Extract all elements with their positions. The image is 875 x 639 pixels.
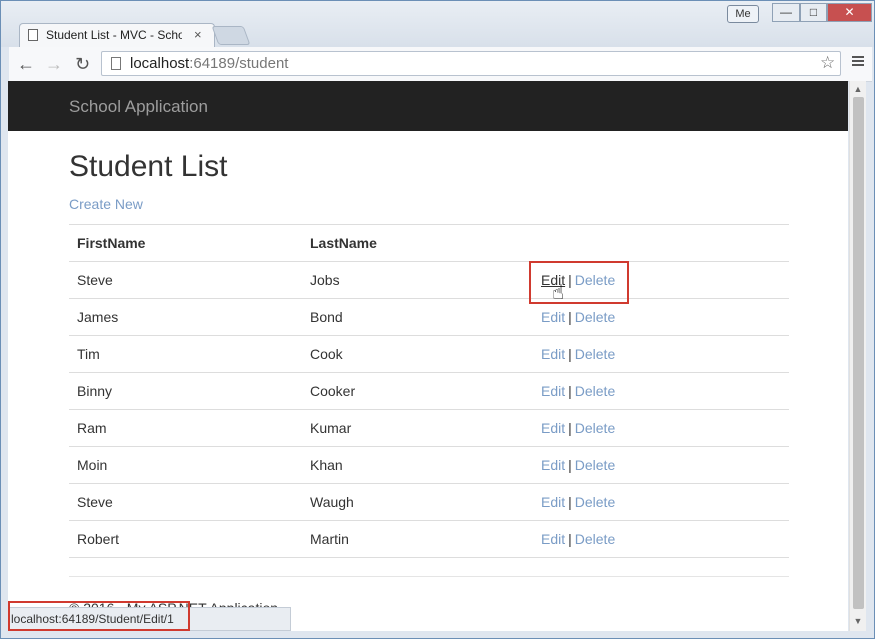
link-separator: | <box>568 420 572 436</box>
delete-link[interactable]: Delete <box>575 346 615 362</box>
column-header-lastname: LastName <box>302 224 533 262</box>
delete-link[interactable]: Delete <box>575 457 615 473</box>
actions-cell: Edit | Delete <box>533 335 789 373</box>
page-viewport: School Application Student List Create N… <box>8 81 848 631</box>
edit-link[interactable]: Edit <box>541 494 565 510</box>
page-title: Student List <box>69 150 228 183</box>
status-highlight-box <box>8 601 190 631</box>
link-separator: | <box>568 346 572 362</box>
back-arrow-icon[interactable]: ← <box>17 54 35 75</box>
actions-cell: Edit | Delete <box>533 446 789 484</box>
last-name-cell: Bond <box>302 298 533 336</box>
table-row: Ram Kumar Edit | Delete <box>69 409 789 447</box>
profile-button[interactable]: Me <box>727 5 759 23</box>
delete-link[interactable]: Delete <box>575 531 615 547</box>
table-header-row: FirstName LastName <box>69 224 789 262</box>
edit-link[interactable]: Edit <box>541 420 565 436</box>
create-new-link[interactable]: Create New <box>69 196 143 212</box>
first-name-cell: Steve <box>69 261 302 299</box>
table-row: Steve Waugh Edit | Delete <box>69 483 789 521</box>
table-row: Robert Martin Edit | Delete <box>69 520 789 558</box>
app-navbar: School Application <box>8 81 848 131</box>
edit-link[interactable]: Edit <box>541 346 565 362</box>
last-name-cell: Jobs <box>302 261 533 299</box>
table-row: James Bond Edit | Delete <box>69 298 789 336</box>
last-name-cell: Cook <box>302 335 533 373</box>
table-row: Steve Jobs Edit | Delete <box>69 261 789 299</box>
brand-link[interactable]: School Application <box>69 97 208 117</box>
delete-link[interactable]: Delete <box>575 420 615 436</box>
delete-link[interactable]: Delete <box>575 383 615 399</box>
link-separator: | <box>568 383 572 399</box>
tab-title: Student List - MVC - Scho <box>46 28 182 42</box>
edit-link[interactable]: Edit <box>541 383 565 399</box>
scroll-thumb[interactable] <box>853 97 864 609</box>
footer-divider <box>69 576 789 577</box>
last-name-cell: Waugh <box>302 483 533 521</box>
close-window-button[interactable]: ✕ <box>827 3 872 22</box>
scroll-up-icon[interactable]: ▲ <box>850 81 866 97</box>
last-name-cell: Cooker <box>302 372 533 410</box>
actions-cell: Edit | Delete <box>533 298 789 336</box>
url-host: localhost <box>130 55 190 72</box>
address-bar[interactable]: localhost:64189/student ☆ <box>101 51 841 76</box>
page-icon <box>111 57 121 70</box>
first-name-cell: Ram <box>69 409 302 447</box>
first-name-cell: Tim <box>69 335 302 373</box>
edit-link[interactable]: Edit <box>541 309 565 325</box>
reload-icon[interactable]: ↻ <box>75 54 90 75</box>
link-separator: | <box>568 457 572 473</box>
actions-cell: Edit | Delete <box>533 409 789 447</box>
browser-toolbar: ← → ↻ localhost:64189/student ☆ <box>9 47 872 82</box>
actions-cell: Edit | Delete <box>533 483 789 521</box>
bookmark-star-icon[interactable]: ☆ <box>820 53 835 73</box>
edit-link[interactable]: Edit <box>541 531 565 547</box>
edit-highlight-box <box>529 261 629 304</box>
actions-cell: Edit | Delete <box>533 372 789 410</box>
link-separator: | <box>568 494 572 510</box>
column-header-firstname: FirstName <box>69 224 302 262</box>
delete-link[interactable]: Delete <box>575 494 615 510</box>
scroll-down-icon[interactable]: ▼ <box>850 613 866 629</box>
table-row: Tim Cook Edit | Delete <box>69 335 789 373</box>
last-name-cell: Martin <box>302 520 533 558</box>
maximize-button[interactable]: □ <box>800 3 827 22</box>
menu-icon[interactable] <box>852 54 864 68</box>
forward-arrow-icon[interactable]: → <box>45 54 63 75</box>
browser-tab[interactable]: Student List - MVC - Scho × <box>19 23 215 47</box>
hand-cursor-icon: ☝ <box>552 282 565 304</box>
table-row: Binny Cooker Edit | Delete <box>69 372 789 410</box>
vertical-scrollbar[interactable]: ▲ ▼ <box>849 81 866 631</box>
last-name-cell: Kumar <box>302 409 533 447</box>
delete-link[interactable]: Delete <box>575 309 615 325</box>
link-separator: | <box>568 309 572 325</box>
first-name-cell: Steve <box>69 483 302 521</box>
title-bar: Student List - MVC - Scho × Me — □ ✕ <box>1 1 874 47</box>
last-name-cell: Khan <box>302 446 533 484</box>
first-name-cell: Robert <box>69 520 302 558</box>
column-header-actions <box>533 224 789 262</box>
first-name-cell: Binny <box>69 372 302 410</box>
first-name-cell: James <box>69 298 302 336</box>
minimize-button[interactable]: — <box>772 3 800 22</box>
new-tab-button[interactable] <box>211 26 251 45</box>
tab-close-icon[interactable]: × <box>194 27 202 42</box>
document-icon <box>28 29 38 41</box>
first-name-cell: Moin <box>69 446 302 484</box>
url-text[interactable]: localhost:64189/student <box>130 55 288 72</box>
table-row: Moin Khan Edit | Delete <box>69 446 789 484</box>
edit-link[interactable]: Edit <box>541 457 565 473</box>
link-separator: | <box>568 531 572 547</box>
actions-cell: Edit | Delete <box>533 520 789 558</box>
students-table: FirstName LastName Steve Jobs Edit | Delet… <box>69 224 789 558</box>
url-path: :64189/student <box>189 55 289 72</box>
